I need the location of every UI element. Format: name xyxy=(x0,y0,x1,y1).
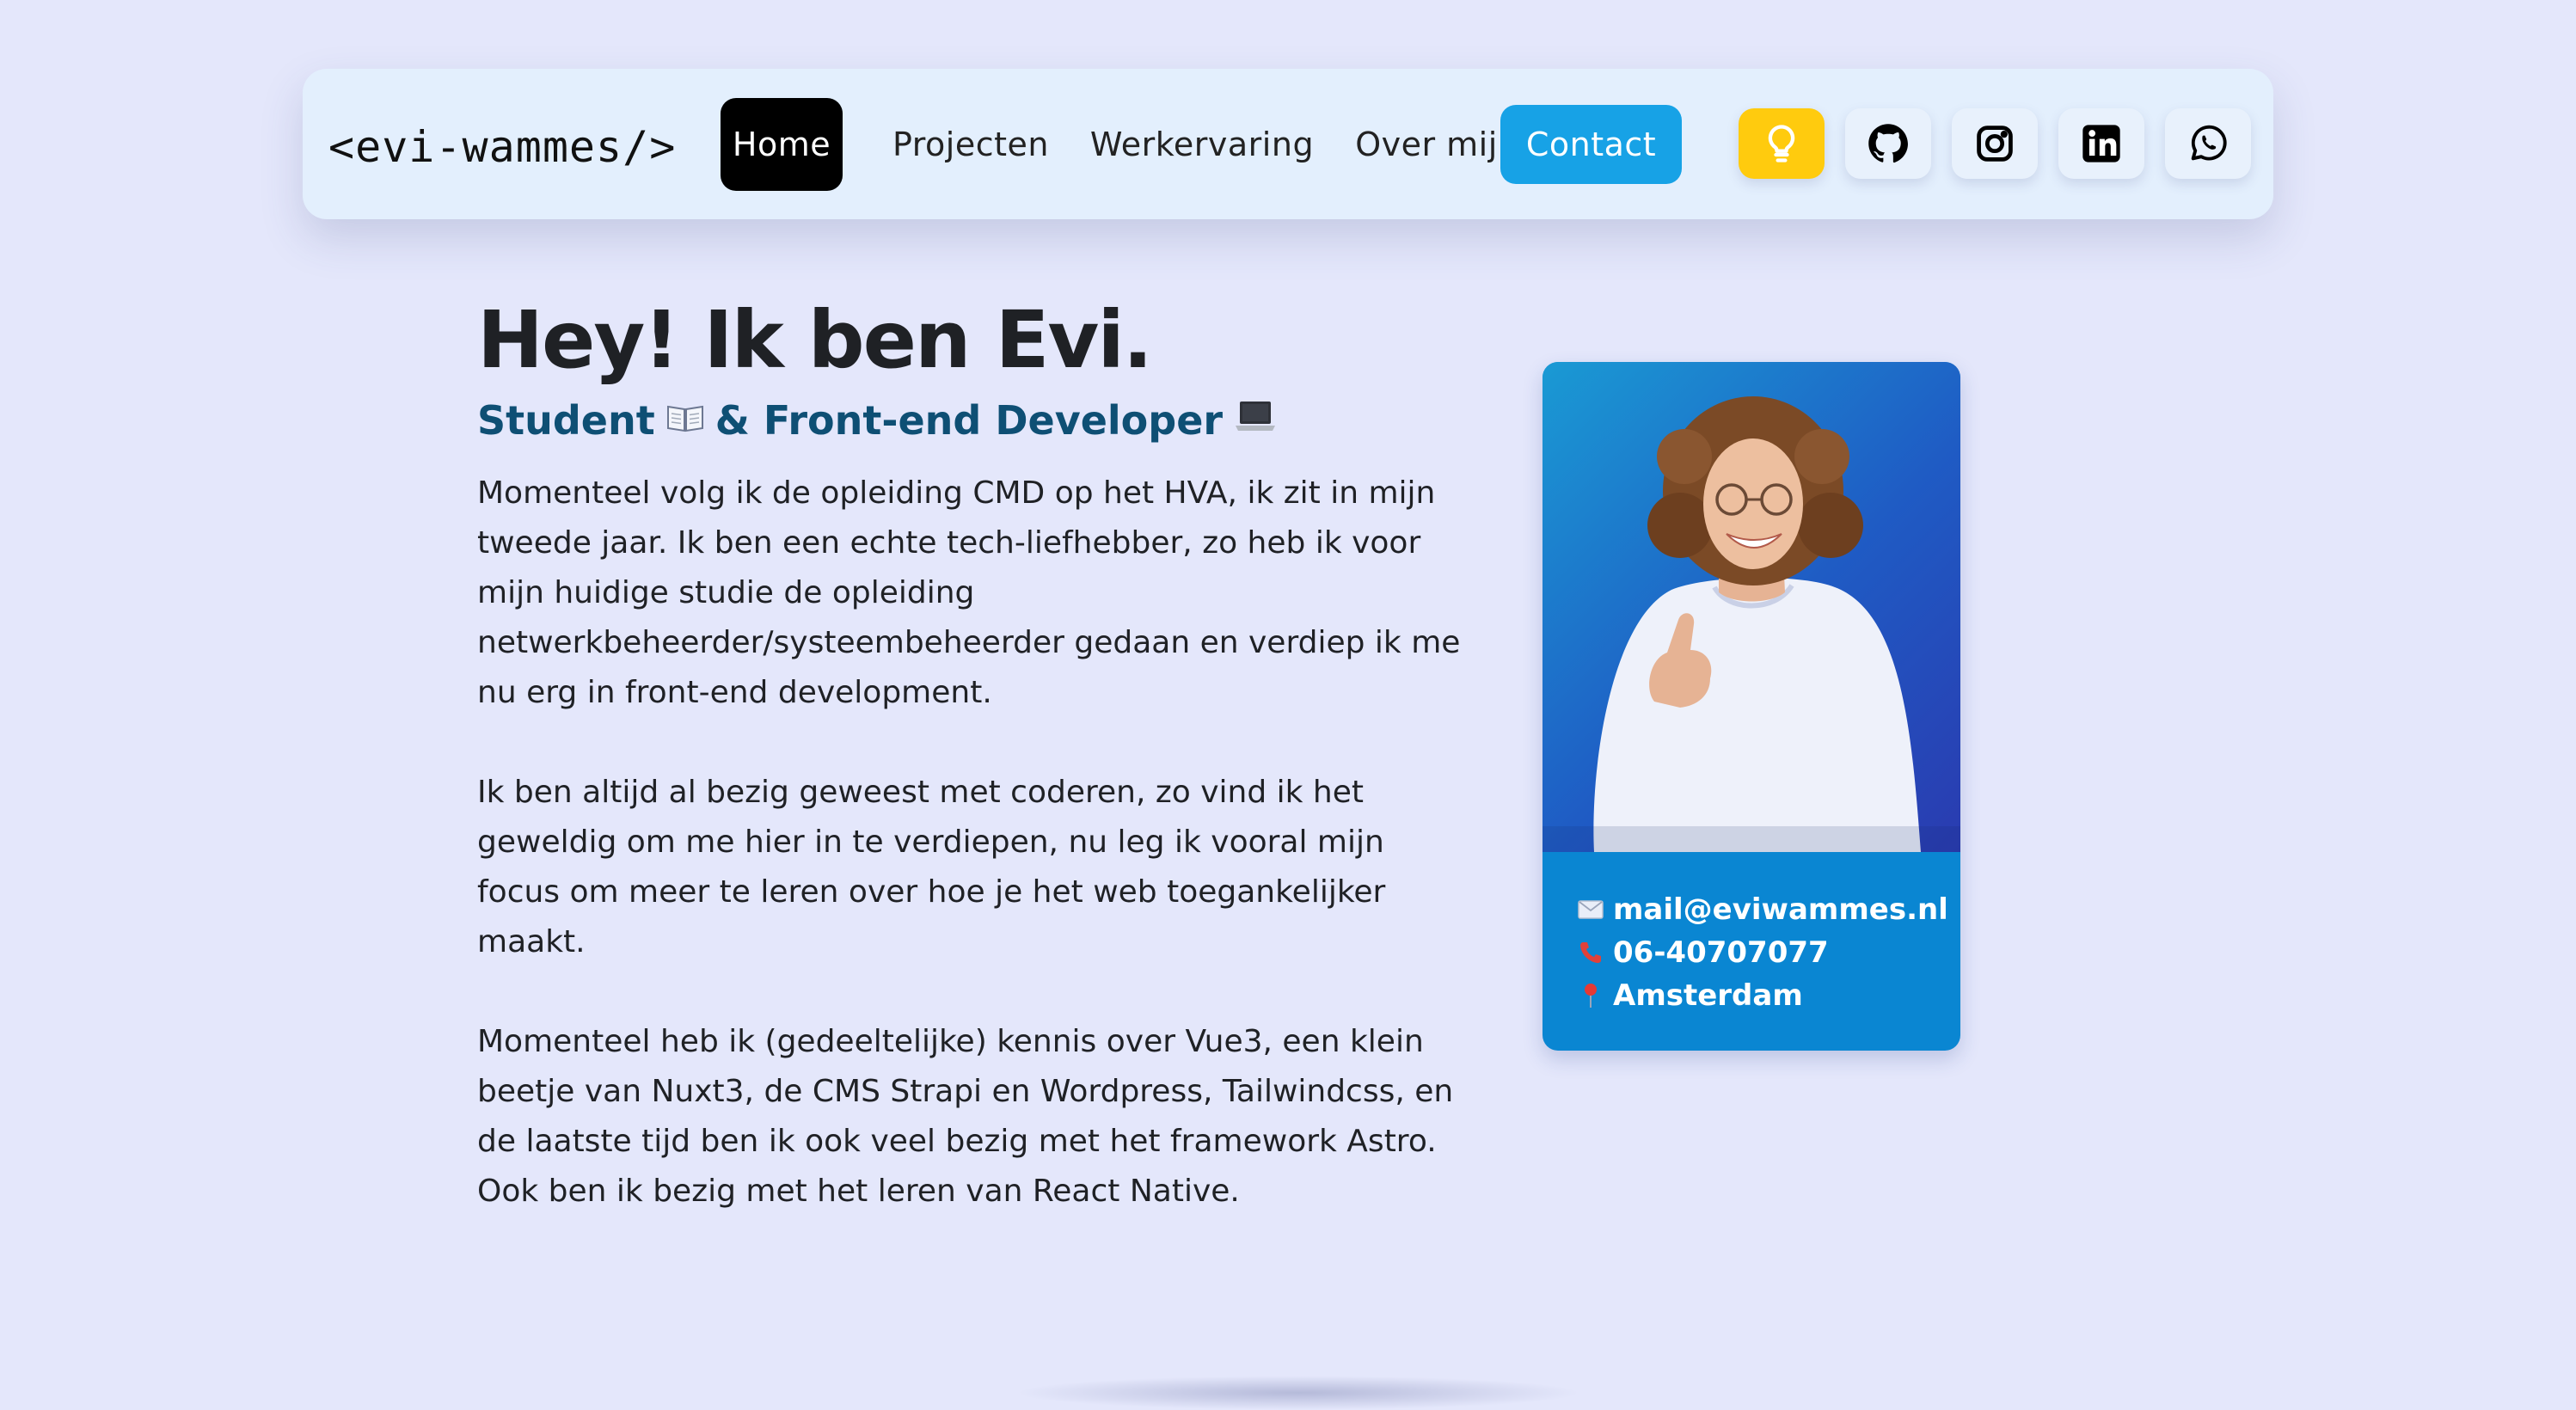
lightbulb-icon xyxy=(1768,125,1795,162)
linkedin-icon xyxy=(2082,125,2120,162)
intro-text: Momenteel volg ik de opleiding CMD op he… xyxy=(477,469,1466,1266)
scroll-shadow xyxy=(1015,1376,1582,1410)
linkedin-link[interactable] xyxy=(2058,108,2144,179)
contact-location-row: Amsterdam xyxy=(1577,974,1948,1017)
intro-paragraph-1: Momenteel volg ik de opleiding CMD op he… xyxy=(477,475,1461,710)
contact-location: Amsterdam xyxy=(1613,978,1803,1013)
whatsapp-link[interactable] xyxy=(2165,108,2251,179)
contact-info: mail@eviwammes.nl 06-40707077 Amsterdam xyxy=(1577,888,1948,1017)
pin-icon xyxy=(1577,983,1604,1008)
profile-card: mail@eviwammes.nl 06-40707077 Amsterdam xyxy=(1543,362,1960,1051)
site-logo[interactable]: <evi-wammes/> xyxy=(328,122,676,172)
nav-link-home[interactable]: Home xyxy=(721,98,843,191)
phone-icon xyxy=(1577,940,1604,966)
contact-email-row[interactable]: mail@eviwammes.nl xyxy=(1577,888,1948,931)
contact-phone-row[interactable]: 06-40707077 xyxy=(1577,931,1948,974)
github-icon xyxy=(1868,124,1908,163)
top-navigation: <evi-wammes/> Home Projecten Werkervarin… xyxy=(303,69,2273,219)
contact-email[interactable]: mail@eviwammes.nl xyxy=(1613,892,1948,927)
instagram-icon xyxy=(1977,126,2013,162)
envelope-icon xyxy=(1577,900,1604,919)
contact-button[interactable]: Contact xyxy=(1500,105,1682,184)
page-subtitle: Student & Front-end Developer xyxy=(477,397,1278,444)
laptop-icon xyxy=(1233,397,1278,444)
whatsapp-icon xyxy=(2191,125,2227,161)
contact-phone[interactable]: 06-40707077 xyxy=(1613,935,1829,970)
theme-toggle-button[interactable] xyxy=(1739,108,1825,179)
book-icon xyxy=(665,397,705,444)
nav-link-projecten[interactable]: Projecten xyxy=(863,98,1078,191)
intro-paragraph-3: Momenteel heb ik (gedeeltelijke) kennis … xyxy=(477,1024,1454,1209)
github-link[interactable] xyxy=(1845,108,1931,179)
intro-paragraph-2: Ik ben altijd al bezig geweest met coder… xyxy=(477,775,1386,959)
subtitle-student: Student xyxy=(477,397,655,444)
nav-link-werkervaring[interactable]: Werkervaring xyxy=(1066,98,1338,191)
page-title: Hey! Ik ben Evi. xyxy=(477,294,1153,386)
instagram-link[interactable] xyxy=(1952,108,2038,179)
profile-photo xyxy=(1543,362,1960,852)
subtitle-developer: & Front-end Developer xyxy=(715,397,1224,444)
